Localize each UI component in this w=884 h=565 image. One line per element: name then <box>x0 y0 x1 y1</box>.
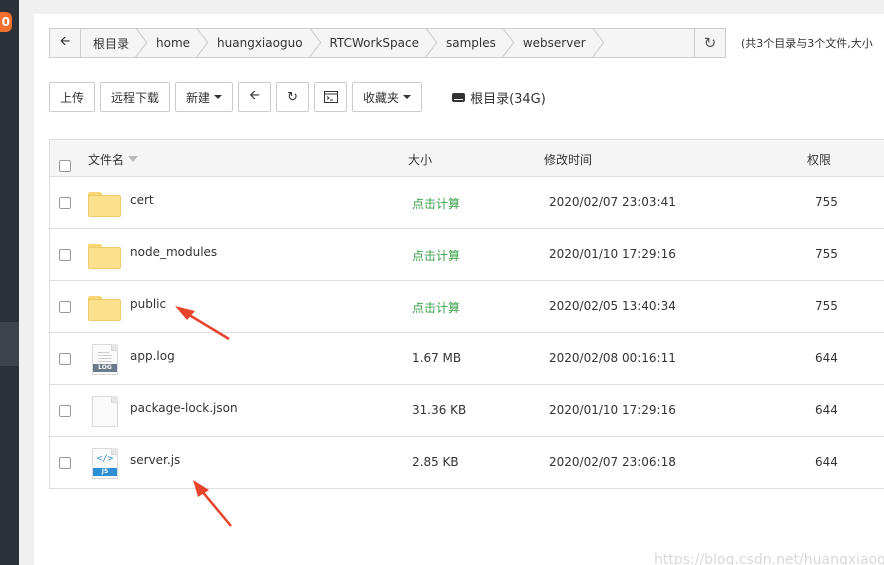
caret-down-icon <box>403 95 412 99</box>
breadcrumb-item[interactable]: 根目录 <box>81 29 144 57</box>
directory-summary: (共3个目录与3个文件,大小 <box>741 37 873 50</box>
row-checkbox[interactable] <box>59 457 71 469</box>
file-size[interactable]: 点击计算 <box>412 195 460 212</box>
file-modified: 2020/02/08 00:16:11 <box>549 351 676 365</box>
column-header-modified[interactable]: 修改时间 <box>544 151 592 168</box>
back-arrow-icon[interactable]: 🡨 <box>238 82 272 112</box>
file-permission[interactable]: 644 <box>815 403 838 417</box>
file-name[interactable]: cert <box>130 193 154 207</box>
sidebar-active-item[interactable] <box>0 322 19 366</box>
file-icon-cell[interactable] <box>88 240 122 270</box>
table-row[interactable]: cert 点击计算 2020/02/07 23:03:41 755 <box>50 177 884 229</box>
file-permission[interactable]: 755 <box>815 299 838 313</box>
table-row[interactable]: </> JS server.js 2.85 KB 2020/02/07 23:06:18… <box>50 437 884 489</box>
file-modified: 2020/02/05 13:40:34 <box>549 299 676 313</box>
remote-download-button[interactable]: 远程下载 <box>100 82 171 112</box>
folder-icon <box>88 296 121 321</box>
row-checkbox[interactable] <box>59 301 71 313</box>
breadcrumb-item[interactable]: home <box>144 29 205 57</box>
file-name[interactable]: package-lock.json <box>130 401 238 415</box>
breadcrumb: 🡨 根目录 home huangxiaoguo RTCWorkSpace sam… <box>49 28 726 58</box>
breadcrumb-item[interactable]: huangxiaoguo <box>205 29 317 57</box>
file-name[interactable]: app.log <box>130 349 175 363</box>
refresh-icon[interactable]: ↻ <box>694 28 726 58</box>
new-button-label: 新建 <box>186 90 211 105</box>
sort-down-icon <box>128 156 139 162</box>
file-modified: 2020/01/10 17:29:16 <box>549 247 676 261</box>
disk-indicator[interactable]: 根目录(34G) <box>452 88 546 107</box>
file-manager-panel: 🡨 根目录 home huangxiaoguo RTCWorkSpace sam… <box>34 14 884 565</box>
log-file-icon: LOG <box>92 344 118 375</box>
file-type-tag: JS <box>93 468 117 476</box>
blank-file-icon <box>92 396 118 427</box>
row-checkbox[interactable] <box>59 249 71 261</box>
breadcrumb-item[interactable]: samples <box>434 29 511 57</box>
folder-icon <box>88 192 121 217</box>
column-header-name[interactable]: 文件名 <box>88 151 139 168</box>
new-button[interactable]: 新建 <box>175 82 234 112</box>
file-icon-cell[interactable] <box>88 188 122 218</box>
file-name[interactable]: node_modules <box>130 245 217 259</box>
file-table: 文件名 大小 修改时间 权限 cert 点击计算 2020/02/07 23:03:… <box>49 139 884 489</box>
row-checkbox[interactable] <box>59 353 71 365</box>
file-permission[interactable]: 755 <box>815 247 838 261</box>
select-all-checkbox[interactable] <box>59 160 71 172</box>
file-type-tag: LOG <box>93 364 117 372</box>
file-size: 31.36 KB <box>412 403 467 417</box>
favorites-button[interactable]: 收藏夹 <box>352 82 423 112</box>
file-permission[interactable]: 644 <box>815 351 838 365</box>
terminal-icon[interactable] <box>314 82 348 112</box>
file-icon-cell[interactable]: LOG <box>88 344 122 375</box>
file-modified: 2020/01/10 17:29:16 <box>549 403 676 417</box>
column-header-perm[interactable]: 权限 <box>807 151 831 168</box>
caret-down-icon <box>214 95 223 99</box>
toolbar: 上传 远程下载 新建 🡨 ↻ 收藏夹 根目录(34G) <box>49 82 546 112</box>
disk-label: 根目录(34G) <box>470 91 546 107</box>
js-file-icon: </> JS <box>92 448 118 479</box>
file-icon-cell[interactable]: </> JS <box>88 448 122 479</box>
file-icon-cell[interactable] <box>88 292 122 322</box>
row-checkbox[interactable] <box>59 405 71 417</box>
breadcrumb-item[interactable]: webserver <box>511 29 601 57</box>
file-icon-cell[interactable] <box>88 396 122 427</box>
watermark: https://blog.csdn.net/huangxiaoguo1 <box>654 552 884 565</box>
table-row[interactable]: public 点击计算 2020/02/05 13:40:34 755 <box>50 281 884 333</box>
favorites-button-label: 收藏夹 <box>363 90 400 105</box>
table-row[interactable]: package-lock.json 31.36 KB 2020/01/10 17:2… <box>50 385 884 437</box>
row-checkbox[interactable] <box>59 197 71 209</box>
back-arrow-icon[interactable]: 🡨 <box>50 29 81 57</box>
refresh-icon[interactable]: ↻ <box>276 82 310 112</box>
file-size: 2.85 KB <box>412 455 459 469</box>
upload-button[interactable]: 上传 <box>49 82 96 112</box>
file-name[interactable]: public <box>130 297 166 311</box>
file-size[interactable]: 点击计算 <box>412 247 460 264</box>
table-header: 文件名 大小 修改时间 权限 <box>50 140 884 177</box>
file-permission[interactable]: 755 <box>815 195 838 209</box>
file-modified: 2020/02/07 23:06:18 <box>549 455 676 469</box>
breadcrumb-item[interactable]: RTCWorkSpace <box>318 29 434 57</box>
file-size[interactable]: 点击计算 <box>412 299 460 316</box>
file-size: 1.67 MB <box>412 351 462 365</box>
column-header-size[interactable]: 大小 <box>408 151 432 168</box>
code-glyph: </> <box>96 454 114 464</box>
file-name[interactable]: server.js <box>130 453 180 467</box>
table-row[interactable]: LOG app.log 1.67 MB 2020/02/08 00:16:11 644 <box>50 333 884 385</box>
file-modified: 2020/02/07 23:03:41 <box>549 195 676 209</box>
file-permission[interactable]: 644 <box>815 455 838 469</box>
table-row[interactable]: node_modules 点击计算 2020/01/10 17:29:16 755 <box>50 229 884 281</box>
notification-badge: 0 <box>0 12 12 32</box>
left-sidebar: 0 <box>0 0 19 565</box>
folder-icon <box>88 244 121 269</box>
hard-drive-icon <box>452 92 466 102</box>
